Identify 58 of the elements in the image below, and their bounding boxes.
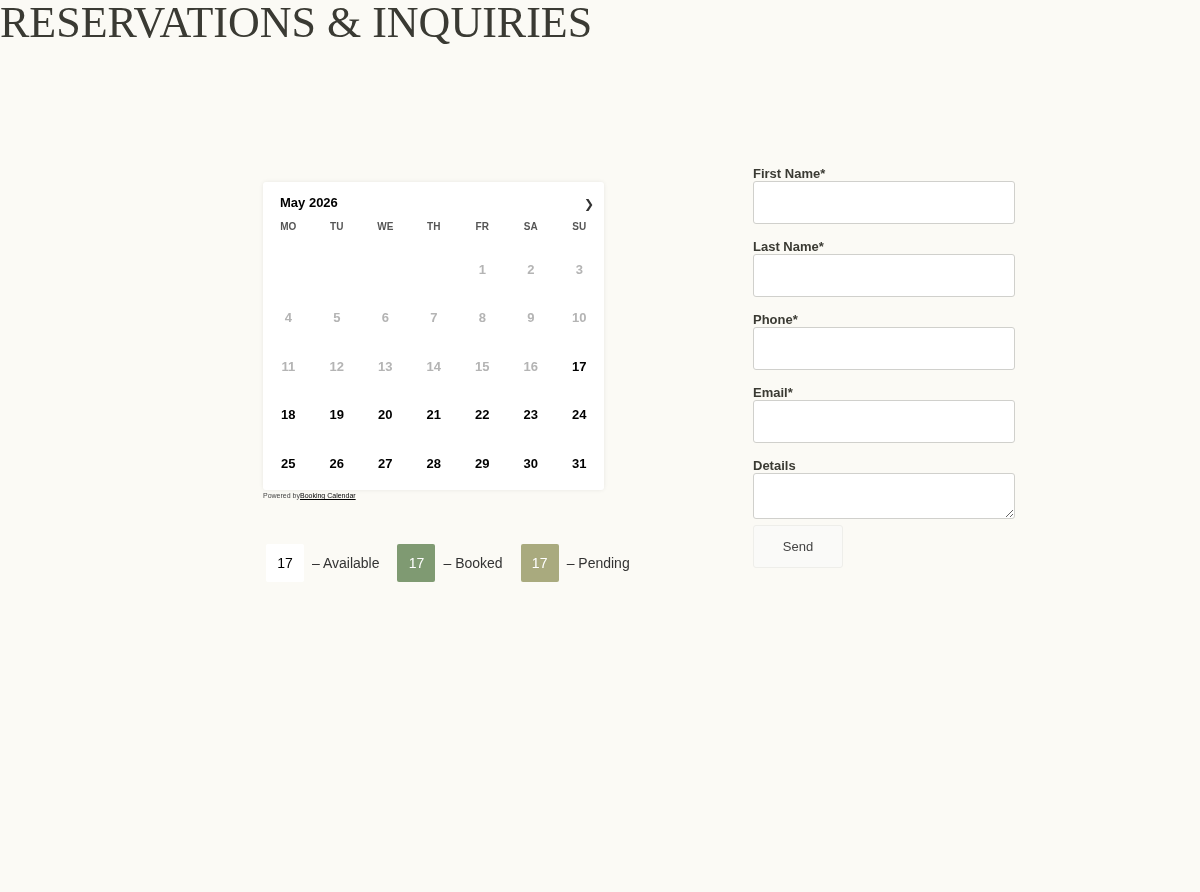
calendar-day[interactable]: 17 — [555, 342, 604, 391]
weekday-label: FR — [474, 219, 490, 234]
input-field[interactable] — [753, 400, 1015, 443]
calendar-day: 4 — [264, 293, 313, 342]
legend-label: – Pending — [566, 555, 630, 571]
calendar-day: 9 — [506, 293, 555, 342]
details-field[interactable] — [753, 473, 1015, 519]
calendar-day[interactable]: 31 — [555, 439, 604, 488]
input-field[interactable] — [753, 327, 1015, 370]
calendar-day: 15 — [458, 342, 507, 391]
weekday-label: SU — [571, 219, 588, 234]
weekday-label: TU — [329, 219, 345, 234]
calendar-day: 2 — [506, 245, 555, 294]
field-label: Details — [753, 458, 797, 473]
field-label: First Name* — [753, 166, 827, 181]
calendar-day: 5 — [312, 293, 361, 342]
calendar-day[interactable]: 22 — [458, 390, 507, 439]
field-label: Phone* — [753, 312, 799, 327]
calendar-day[interactable]: 19 — [312, 390, 361, 439]
send-button[interactable]: Send — [753, 525, 843, 568]
month-title: May 2026 — [280, 194, 338, 210]
legend-swatch: 17 — [520, 544, 559, 582]
weekday-label: SA — [522, 219, 539, 234]
calendar-day: 13 — [361, 342, 410, 391]
page-title: RESERVATIONS & INQUIRIES — [0, 0, 594, 46]
weekday-label: TH — [426, 219, 442, 234]
calendar-day: 10 — [555, 293, 604, 342]
calendar-day[interactable]: 30 — [506, 439, 555, 488]
calendar-day[interactable]: 26 — [312, 439, 361, 488]
legend-label: – Available — [312, 555, 380, 571]
calendar-day[interactable]: 20 — [361, 390, 410, 439]
input-field[interactable] — [753, 181, 1015, 224]
legend-swatch: 17 — [266, 544, 304, 582]
calendar-day[interactable]: 25 — [264, 439, 313, 488]
legend-swatch: 17 — [397, 544, 436, 582]
calendar-day[interactable]: 27 — [361, 439, 410, 488]
legend-label: – Booked — [443, 555, 503, 571]
input-field[interactable] — [753, 254, 1015, 297]
weekday-label: WE — [376, 219, 395, 234]
calendar-day: 16 — [506, 342, 555, 391]
calendar-day[interactable]: 28 — [409, 439, 458, 488]
calendar-day: 3 — [555, 245, 604, 294]
calendar-day: 12 — [312, 342, 361, 391]
calendar-day[interactable]: 23 — [506, 390, 555, 439]
calendar-day[interactable]: 29 — [458, 439, 507, 488]
next-month-button[interactable]: ❯ — [584, 197, 594, 211]
calendar-day[interactable]: 24 — [555, 390, 604, 439]
field-label: Email* — [753, 385, 794, 400]
calendar-day: 7 — [409, 293, 458, 342]
calendar-day[interactable]: 21 — [409, 390, 458, 439]
calendar-day: 14 — [409, 342, 458, 391]
field-label: Last Name* — [753, 239, 825, 254]
calendar-day[interactable]: 18 — [264, 390, 313, 439]
calendar-day: 11 — [264, 342, 313, 391]
calendar-day: 8 — [458, 293, 507, 342]
calendar-day: 6 — [361, 293, 410, 342]
calendar-day: 1 — [458, 245, 507, 294]
weekday-label: MO — [279, 219, 298, 234]
